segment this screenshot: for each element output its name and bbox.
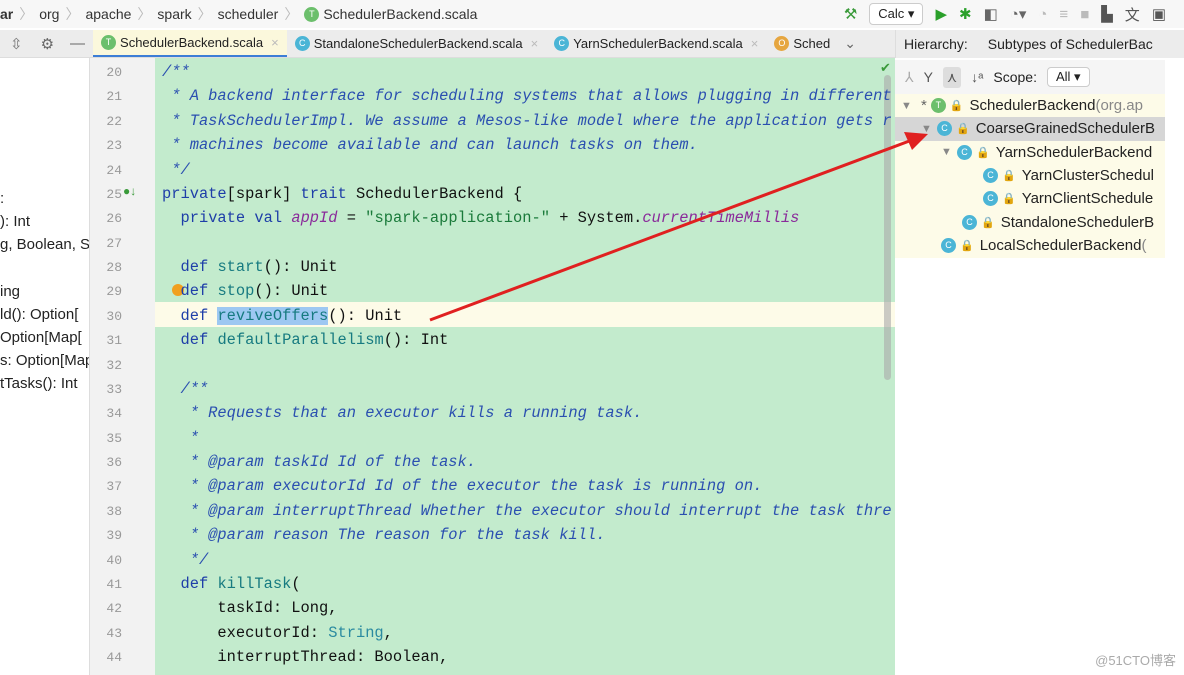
annotation-arrow [429, 132, 928, 322]
arrow-line [429, 138, 913, 322]
watermark: @51CTO博客 [1095, 653, 1176, 668]
